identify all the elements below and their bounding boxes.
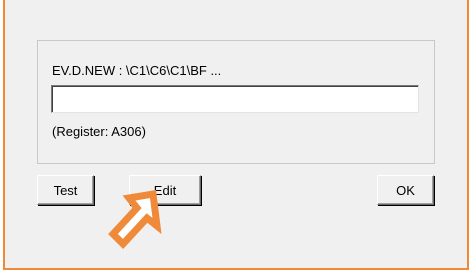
value-input[interactable] [51,85,419,113]
ok-button-label: OK [396,182,415,198]
register-label: (Register: A306) [52,124,146,139]
ok-button[interactable]: OK [377,175,434,205]
groupbox: EV.D.NEW : \C1\C6\C1\BF ... (Register: A… [37,40,435,164]
path-label: EV.D.NEW : \C1\C6\C1\BF ... [52,63,222,78]
test-button-label: Test [53,182,78,198]
test-button[interactable]: Test [37,175,94,205]
dialog-window: EV.D.NEW : \C1\C6\C1\BF ... (Register: A… [3,0,469,270]
arrow-pointer-icon [108,189,162,250]
